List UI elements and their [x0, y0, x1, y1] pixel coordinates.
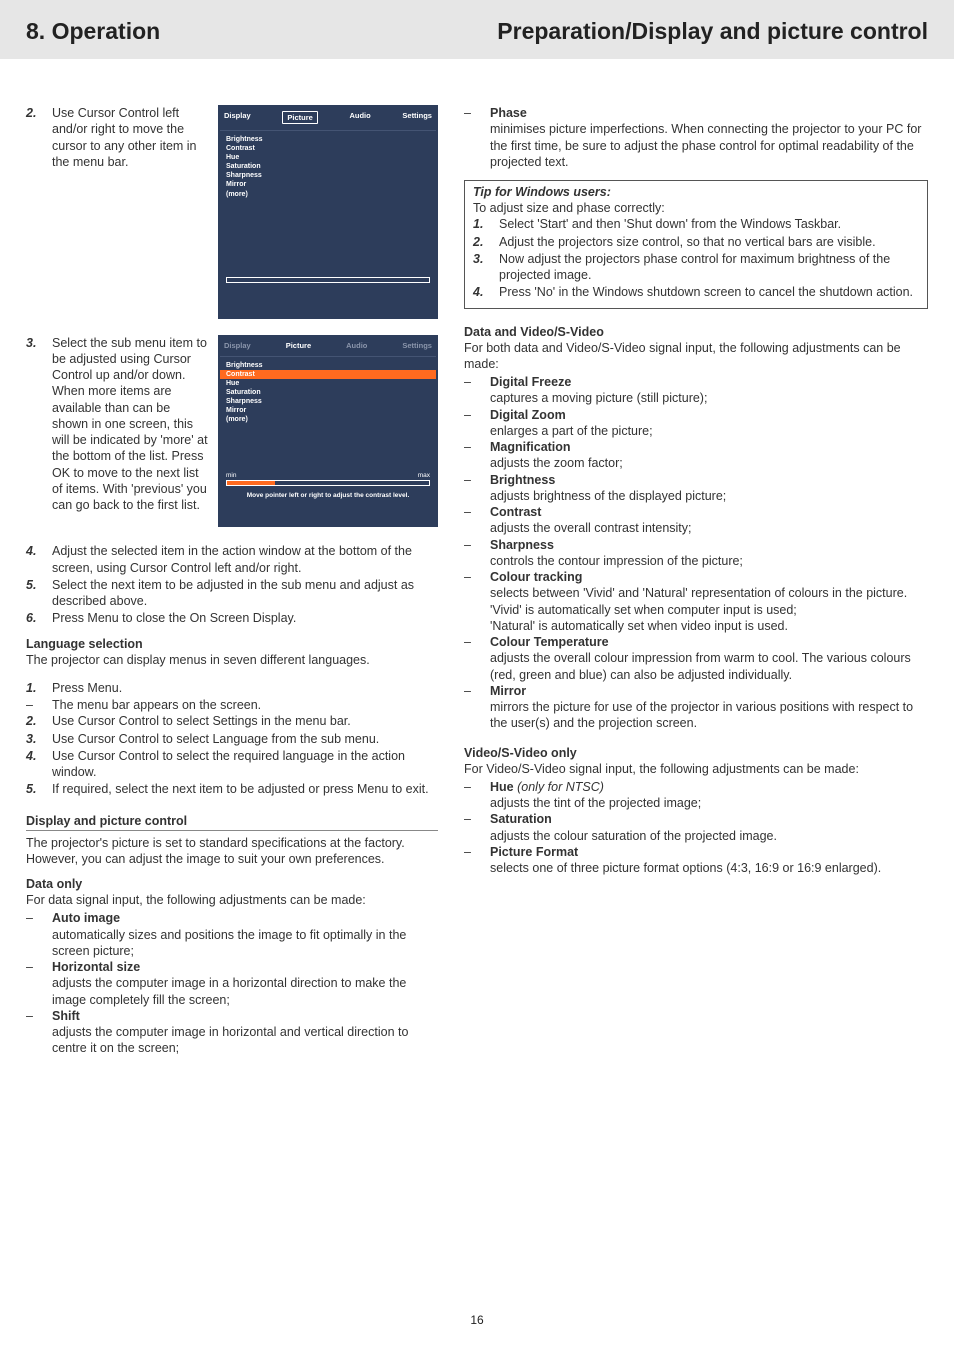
dpc-para: The projector's picture is set to standa…: [26, 835, 438, 868]
mirror-t: Mirror: [490, 684, 526, 698]
page-number: 16: [470, 1313, 483, 1327]
osd1-tab-settings: Settings: [402, 111, 432, 124]
step4-text: Adjust the selected item in the action w…: [52, 544, 412, 574]
osd-screenshot-1: Display Picture Audio Settings Brightnes…: [218, 105, 438, 319]
tip-intro: To adjust size and phase correctly:: [473, 200, 919, 216]
phase-d: minimises picture imperfections. When co…: [490, 121, 928, 170]
ctrack-d1: selects between 'Vivid' and 'Natural' re…: [490, 585, 928, 601]
shift-d: adjusts the computer image in horizontal…: [52, 1024, 438, 1057]
osd1-tab-display: Display: [224, 111, 251, 124]
header-right: Preparation/Display and picture control: [497, 18, 928, 45]
osd2-hint: Move pointer left or right to adjust the…: [220, 492, 436, 499]
data-only-para: For data signal input, the following adj…: [26, 892, 438, 908]
lang-step1: Press Menu.: [52, 681, 122, 695]
tip-s3: Now adjust the projectors phase control …: [499, 252, 890, 282]
osd2-item: Hue: [220, 379, 436, 388]
osd1-tab-picture: Picture: [282, 111, 317, 124]
mag-d: adjusts the zoom factor;: [490, 455, 928, 471]
contrast-t: Contrast: [490, 505, 541, 519]
sat-d: adjusts the colour saturation of the pro…: [490, 828, 928, 844]
auto-image-d: automatically sizes and positions the im…: [52, 927, 438, 960]
vsv-para: For Video/S-Video signal input, the foll…: [464, 761, 928, 777]
hue-note: (only for NTSC): [517, 780, 604, 794]
osd2-tab-picture: Picture: [286, 341, 311, 350]
sharp-t: Sharpness: [490, 538, 554, 552]
ctemp-d: adjusts the overall colour impression fr…: [490, 650, 928, 683]
page-header: 8. Operation Preparation/Display and pic…: [0, 0, 954, 59]
contrast-d: adjusts the overall contrast intensity;: [490, 520, 928, 536]
sharp-d: controls the contour impression of the p…: [490, 553, 928, 569]
dzoom-t: Digital Zoom: [490, 408, 566, 422]
left-column: 2.Use Cursor Control left and/or right t…: [26, 105, 438, 1057]
sat-t: Saturation: [490, 812, 552, 826]
osd2-max: max: [418, 472, 430, 479]
dfreeze-t: Digital Freeze: [490, 375, 571, 389]
hue-d: adjusts the tint of the projected image;: [490, 795, 928, 811]
lang-step5: If required, select the next item to be …: [52, 782, 429, 796]
osd2-tab-audio: Audio: [346, 341, 367, 350]
lang-step4: Use Cursor Control to select the require…: [52, 749, 405, 779]
osd2-item: Saturation: [220, 388, 436, 397]
tip-title: Tip for Windows users:: [473, 185, 919, 199]
osd1-item: Contrast: [220, 144, 436, 153]
hsize-t: Horizontal size: [52, 960, 140, 974]
auto-image-t: Auto image: [52, 911, 120, 925]
osd2-item: Sharpness: [220, 397, 436, 406]
osd2-min: min: [226, 472, 236, 479]
lang-step1-dash: The menu bar appears on the screen.: [52, 698, 261, 712]
pf-t: Picture Format: [490, 845, 578, 859]
dvsv-para: For both data and Video/S-Video signal i…: [464, 340, 928, 373]
osd1-tab-audio: Audio: [349, 111, 370, 124]
dfreeze-d: captures a moving picture (still picture…: [490, 390, 928, 406]
ctemp-t: Colour Temperature: [490, 635, 609, 649]
osd2-tab-display: Display: [224, 341, 251, 350]
lang-step3: Use Cursor Control to select Language fr…: [52, 732, 379, 746]
osd1-item: Sharpness: [220, 171, 436, 180]
step2-text: Use Cursor Control left and/or right to …: [52, 106, 197, 169]
phase-t: Phase: [490, 106, 527, 120]
osd2-item: Brightness: [220, 361, 436, 370]
language-selection-para: The projector can display menus in seven…: [26, 652, 438, 668]
data-only-heading: Data only: [26, 877, 438, 891]
tip-s4: Press 'No' in the Windows shutdown scree…: [499, 285, 913, 299]
header-left: 8. Operation: [26, 18, 160, 45]
pf-d: selects one of three picture format opti…: [490, 860, 928, 876]
hue-t: Hue: [490, 780, 514, 794]
bright-d: adjusts brightness of the displayed pict…: [490, 488, 928, 504]
osd2-slider: [226, 480, 430, 486]
mirror-d: mirrors the picture for use of the proje…: [490, 699, 928, 732]
step5-text: Select the next item to be adjusted in t…: [52, 578, 414, 608]
lang-step2: Use Cursor Control to select Settings in…: [52, 714, 351, 728]
dzoom-d: enlarges a part of the picture;: [490, 423, 928, 439]
osd1-item: Saturation: [220, 162, 436, 171]
ctrack-d3: 'Natural' is automatically set when vide…: [490, 618, 928, 634]
language-selection-heading: Language selection: [26, 637, 438, 651]
osd1-item: Mirror: [220, 180, 436, 189]
osd-screenshot-2: Display Picture Audio Settings Brightnes…: [218, 335, 438, 528]
osd2-item: (more): [220, 415, 436, 424]
osd1-item: Hue: [220, 153, 436, 162]
right-column: Phase minimises picture imperfections. W…: [464, 105, 928, 1057]
dvsv-heading: Data and Video/S-Video: [464, 325, 928, 339]
osd1-item: Brightness: [220, 135, 436, 144]
osd1-item: (more): [220, 190, 436, 199]
vsv-heading: Video/S-Video only: [464, 746, 928, 760]
ctrack-d2: 'Vivid' is automatically set when comput…: [490, 602, 928, 618]
shift-t: Shift: [52, 1009, 80, 1023]
tip-s1: Select 'Start' and then 'Shut down' from…: [499, 217, 841, 231]
step3-text: Select the sub menu item to be adjusted …: [52, 336, 208, 513]
mag-t: Magnification: [490, 440, 571, 454]
tip-box: Tip for Windows users: To adjust size an…: [464, 180, 928, 309]
ctrack-t: Colour tracking: [490, 570, 582, 584]
osd2-item: Mirror: [220, 406, 436, 415]
dpc-heading: Display and picture control: [26, 814, 438, 828]
hsize-d: adjusts the computer image in a horizont…: [52, 975, 438, 1008]
step6-text: Press Menu to close the On Screen Displa…: [52, 611, 296, 625]
osd2-item-highlight: Contrast: [220, 370, 436, 379]
bright-t: Brightness: [490, 473, 555, 487]
osd2-tab-settings: Settings: [402, 341, 432, 350]
tip-s2: Adjust the projectors size control, so t…: [499, 235, 876, 249]
